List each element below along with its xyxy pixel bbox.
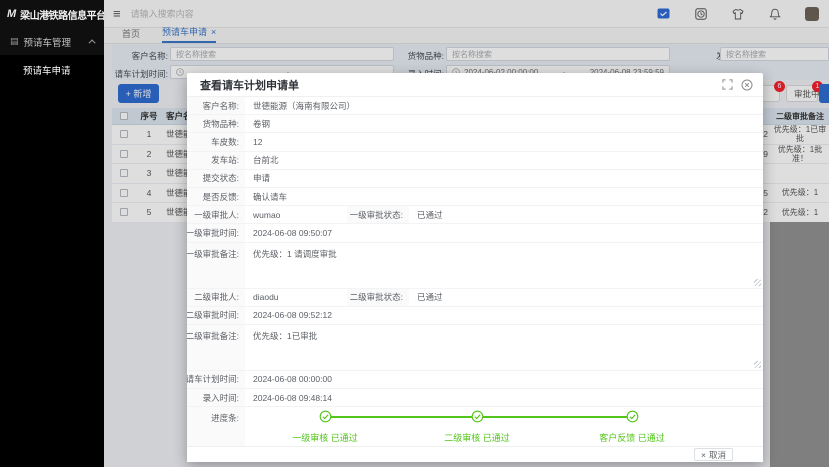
field-label: 一级审批时间: xyxy=(187,224,245,241)
field-label: 一级审批备注: xyxy=(187,243,245,288)
field-label-secondary: 二级审批状态: xyxy=(347,289,409,306)
check-circle-icon xyxy=(572,410,692,428)
chevron-up-icon xyxy=(89,39,96,46)
cancel-button[interactable]: × 取消 xyxy=(694,448,733,461)
modal-row: 录入时间: 2024-06-08 09:48:14 xyxy=(187,389,763,407)
modal-row: 车皮数: 12 xyxy=(187,133,763,151)
remark-textarea[interactable]: 优先级：1 请调度审批 xyxy=(245,243,763,288)
app-logo-icon: M xyxy=(7,8,16,20)
field-label: 是否反馈: xyxy=(187,188,245,205)
sidebar-item-label: 预请车管理 xyxy=(24,35,72,49)
field-value: 2024-06-08 09:52:12 xyxy=(253,307,332,324)
sidebar-item-prerequest-application[interactable]: 预请车申请 xyxy=(0,55,104,84)
field-label: 二级审批备注: xyxy=(187,325,245,370)
modal-title: 查看请车计划申请单 xyxy=(200,77,299,93)
textarea-resize-handle[interactable] xyxy=(754,361,761,368)
field-value-secondary: 已通过 xyxy=(417,206,443,223)
view-request-modal: 查看请车计划申请单 客户名称: 世德能源（海南有限公司） 货物品种: 卷钢车皮数: 12… xyxy=(187,73,763,462)
field-value: wumao xyxy=(253,206,280,223)
check-circle-icon xyxy=(417,410,537,428)
field-value: 2024-06-08 09:48:14 xyxy=(253,389,332,406)
app-logo-row: M 梁山港铁路信息平台 xyxy=(0,0,104,28)
field-value: 申请 xyxy=(253,170,270,187)
document-icon: ▤ xyxy=(10,36,19,47)
fullscreen-icon[interactable] xyxy=(722,79,733,90)
cancel-label: 取消 xyxy=(709,449,726,461)
field-label: 录入时间: xyxy=(187,389,245,406)
field-label: 客户名称: xyxy=(187,97,245,114)
field-value: 2024-06-08 09:50:07 xyxy=(253,224,332,241)
field-label: 进度条: xyxy=(187,407,245,446)
sidebar-item-prerequest-management[interactable]: ▤ 预请车管理 xyxy=(0,28,104,55)
field-label: 货物品种: xyxy=(187,115,245,132)
modal-row: 请车计划时间: 2024-06-08 00:00:00 xyxy=(187,371,763,389)
modal-row: 是否反馈: 确认请车 xyxy=(187,188,763,206)
modal-row-progress: 进度条: 一级审核 已通过2024-06-08 09:50:06 二级审核 已通过2… xyxy=(187,407,763,446)
modal-row: 发车站: 台前北 xyxy=(187,152,763,170)
content-area: ≡ 请输入搜索内容 首页预请车申请× 客户名称:按名称搜索货 xyxy=(104,0,829,467)
sidebar-subitem-label: 预请车申请 xyxy=(23,63,71,77)
field-value: 2024-06-08 00:00:00 xyxy=(253,371,332,388)
modal-body: 客户名称: 世德能源（海南有限公司） 货物品种: 卷钢车皮数: 12 发车站: 台前北提交状… xyxy=(187,97,763,446)
textarea-resize-handle[interactable] xyxy=(754,279,761,286)
sidebar: M 梁山港铁路信息平台 ▤ 预请车管理 预请车申请 xyxy=(0,0,104,467)
modal-row-textarea: 二级审批备注:优先级：1已审批 xyxy=(187,325,763,371)
app-root: M 梁山港铁路信息平台 ▤ 预请车管理 预请车申请 ≡ 请输入搜索内容 xyxy=(0,0,829,467)
remark-textarea[interactable]: 优先级：1已审批 xyxy=(245,325,763,370)
field-value: 卷钢 xyxy=(253,115,270,132)
modal-row: 一级审批人: wumao 一级审批状态: 已通过 xyxy=(187,206,763,224)
modal-footer: × 取消 xyxy=(187,446,763,462)
field-label: 请车计划时间: xyxy=(187,371,245,388)
field-value: 世德能源（海南有限公司） xyxy=(253,97,355,114)
progress-step: 二级审核 已通过2024-06-08 09:52:12 xyxy=(417,410,537,446)
modal-row: 客户名称: 世德能源（海南有限公司） xyxy=(187,97,763,115)
progress-step: 客户反馈 已通过2024-06-08 09:52:50 xyxy=(572,410,692,446)
modal-row: 提交状态: 申请 xyxy=(187,170,763,188)
step-title: 二级审核 已通过 xyxy=(417,431,537,444)
field-value: 12 xyxy=(253,133,262,150)
field-label: 二级审批时间: xyxy=(187,307,245,324)
field-label-secondary: 一级审批状态: xyxy=(347,206,409,223)
modal-row: 二级审批人: diaodu 二级审批状态: 已通过 xyxy=(187,289,763,307)
field-label: 二级审批人: xyxy=(187,289,245,306)
field-value: 确认请车 xyxy=(253,188,287,205)
progress-step: 一级审核 已通过2024-06-08 09:50:06 xyxy=(265,410,385,446)
field-label: 提交状态: xyxy=(187,170,245,187)
field-value-secondary: 已通过 xyxy=(417,289,443,306)
field-label: 发车站: xyxy=(187,152,245,169)
field-value: 台前北 xyxy=(253,152,279,169)
modal-row-textarea: 一级审批备注:优先级：1 请调度审批 xyxy=(187,243,763,289)
modal-row: 一级审批时间: 2024-06-08 09:50:07 xyxy=(187,224,763,242)
close-icon[interactable] xyxy=(741,79,753,91)
field-label: 一级审批人: xyxy=(187,206,245,223)
modal-row: 二级审批时间: 2024-06-08 09:52:12 xyxy=(187,307,763,325)
cancel-x-icon: × xyxy=(701,450,706,460)
step-title: 客户反馈 已通过 xyxy=(572,431,692,444)
modal-row: 货物品种: 卷钢 xyxy=(187,115,763,133)
check-circle-icon xyxy=(265,410,385,428)
app-title: 梁山港铁路信息平台 xyxy=(20,7,106,22)
modal-header: 查看请车计划申请单 xyxy=(187,73,763,97)
field-label: 车皮数: xyxy=(187,133,245,150)
step-title: 一级审核 已通过 xyxy=(265,431,385,444)
field-value: diaodu xyxy=(253,289,279,306)
progress-steps: 一级审核 已通过2024-06-08 09:50:06 二级审核 已通过2024-… xyxy=(245,407,753,446)
